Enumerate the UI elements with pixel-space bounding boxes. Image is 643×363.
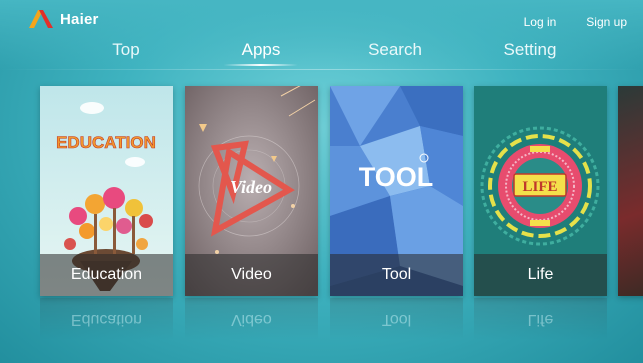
main-nav: Top Apps Search Setting	[0, 40, 643, 66]
nav-divider	[0, 69, 643, 70]
tab-apps-label: Apps	[241, 40, 281, 59]
active-tab-indicator	[224, 64, 298, 66]
signup-link[interactable]: Sign up	[586, 15, 627, 29]
brand-name: Haier	[60, 10, 99, 28]
tool-art-title: TOOL	[359, 162, 434, 192]
app-card-next-partial[interactable]	[618, 86, 643, 296]
app-card-education[interactable]: EDUCATION Education	[40, 86, 173, 296]
card-label-video: Video	[231, 266, 272, 283]
app-card-tool[interactable]: TOOL Tool	[330, 86, 463, 296]
life-art-title: LIFE	[522, 179, 557, 195]
reflection-label: Education	[70, 311, 143, 328]
tab-apps[interactable]: Apps	[224, 40, 298, 66]
app-card-life[interactable]: LIFE Life	[474, 86, 607, 296]
card-label-life: Life	[527, 266, 554, 283]
reflection-label: Life	[527, 311, 554, 328]
haier-logo-icon	[29, 10, 53, 28]
tab-search[interactable]: Search	[368, 40, 422, 60]
brand-logo: Haier	[29, 10, 99, 28]
reflection-label: Tool	[381, 311, 412, 328]
home-screen: Haier Log in Sign up Top Apps Search Set…	[0, 0, 643, 363]
account-links: Log in Sign up	[524, 15, 627, 29]
card-label-tool: Tool	[381, 266, 412, 283]
card-label-education: Education	[70, 266, 143, 283]
video-art-title: Video	[230, 177, 272, 197]
tab-top[interactable]: Top	[112, 40, 139, 60]
tab-setting[interactable]: Setting	[504, 40, 557, 60]
reflection-label: Video	[231, 311, 272, 328]
login-link[interactable]: Log in	[524, 15, 557, 29]
card-reflection-tool: Tool	[330, 298, 463, 340]
card-reflection-life: Life	[474, 298, 607, 340]
education-art-title: EDUCATION	[56, 133, 156, 152]
app-card-video[interactable]: Video Video	[185, 86, 318, 296]
card-reflection-education: Education	[40, 298, 173, 340]
card-reflection-video: Video	[185, 298, 318, 340]
